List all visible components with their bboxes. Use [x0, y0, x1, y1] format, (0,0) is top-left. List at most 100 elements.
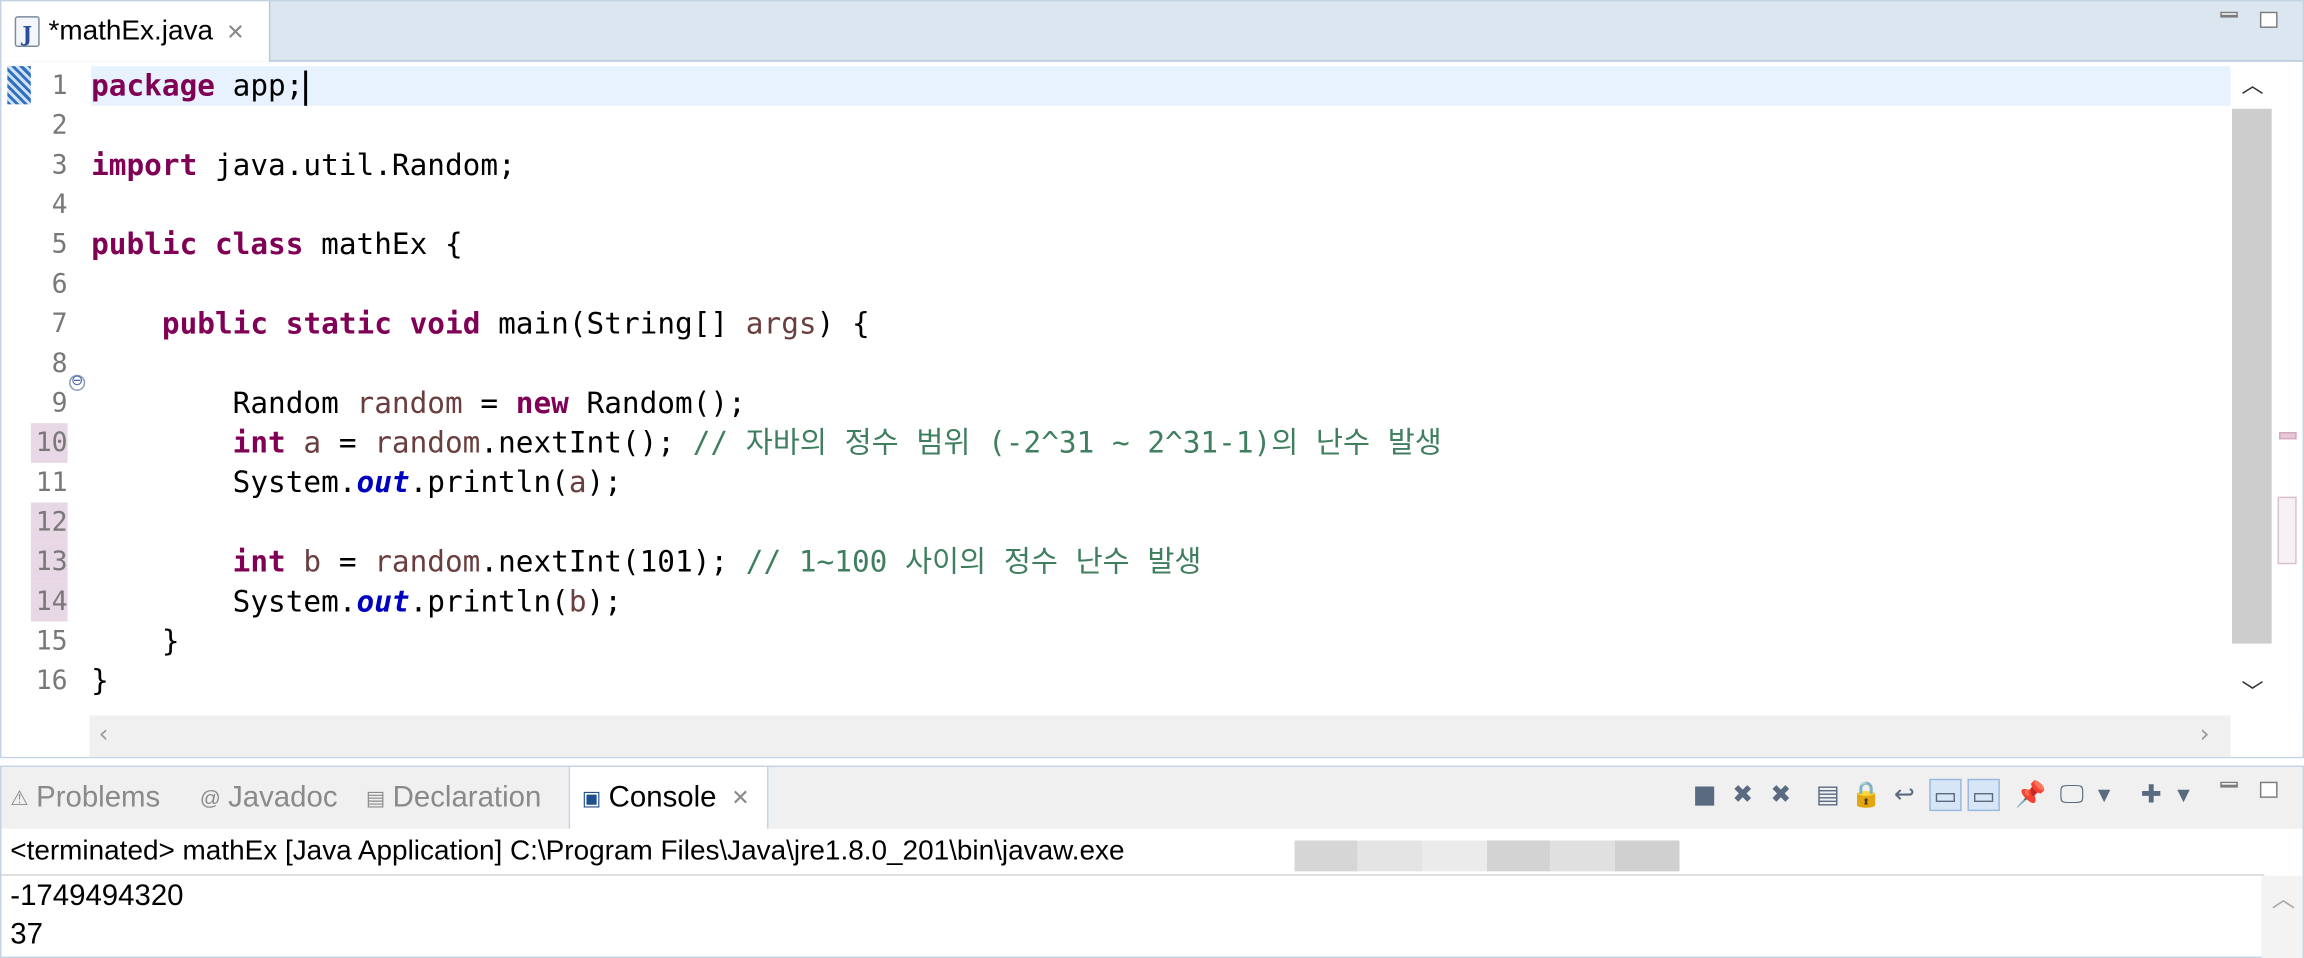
- code-token: random: [356, 384, 463, 421]
- maximize-icon[interactable]: [2259, 11, 2278, 28]
- overview-ruler: [2275, 62, 2303, 716]
- line-number: 6: [51, 268, 68, 300]
- open-dropdown-icon[interactable]: ▾: [2173, 779, 2194, 811]
- horizontal-scroll-track[interactable]: ‹ ›: [89, 715, 2231, 757]
- code-token: out: [356, 464, 410, 500]
- pin-console-icon[interactable]: 📌: [2015, 779, 2047, 811]
- line-number: 9: [51, 387, 68, 419]
- code-token: a: [303, 424, 322, 460]
- code-token: b: [568, 583, 587, 619]
- minimize-icon[interactable]: [2220, 11, 2238, 18]
- code-line[interactable]: }: [91, 622, 2230, 662]
- code-line[interactable]: [91, 264, 2230, 304]
- code-comment: // 자바의 정수 범위 (-2^31 ~ 2^31-1)의 난수 발생: [692, 424, 1442, 460]
- code-keyword: package: [91, 67, 215, 103]
- horizontal-scrollbar[interactable]: ‹ ›: [1, 715, 2303, 757]
- scroll-left-icon[interactable]: ‹: [98, 720, 108, 749]
- code-token: =: [321, 424, 375, 460]
- code-text[interactable]: package app; import java.util.Random; publ…: [91, 62, 2231, 716]
- line-number: 11: [35, 467, 68, 499]
- fold-collapse-icon[interactable]: ⊖: [69, 374, 86, 391]
- code-keyword: class: [214, 226, 304, 262]
- maximize-icon[interactable]: [2259, 781, 2278, 798]
- scroll-up-icon[interactable]: ︿: [2272, 879, 2296, 914]
- code-token: System.: [91, 464, 357, 500]
- problems-icon: ⚠: [10, 785, 29, 809]
- code-line[interactable]: System.out.println(b);: [91, 582, 2230, 622]
- code-token: random: [374, 424, 481, 460]
- code-line[interactable]: package app;: [91, 66, 2231, 106]
- code-token: );: [586, 583, 622, 619]
- minimize-icon[interactable]: [2220, 781, 2238, 788]
- code-line[interactable]: public static void main(String[] args) {: [91, 304, 2230, 344]
- line-number: 7: [51, 308, 68, 340]
- code-token: }: [91, 662, 109, 698]
- tab-problems[interactable]: ⚠ Problems: [10, 767, 160, 829]
- code-line[interactable]: System.out.println(a);: [91, 463, 2230, 503]
- line-number: 3: [51, 149, 68, 181]
- code-token: );: [586, 464, 622, 500]
- clear-console-icon[interactable]: ▤: [1812, 779, 1844, 811]
- scroll-up-icon[interactable]: ︿: [2231, 69, 2275, 100]
- console-divider: [1, 874, 2265, 876]
- code-line[interactable]: import java.util.Random;: [91, 145, 2230, 185]
- redacted-timestamp: [1422, 840, 1488, 872]
- overview-change-mark: [2279, 432, 2297, 440]
- scroll-lock-icon[interactable]: 🔒: [1850, 779, 1882, 811]
- vertical-scrollbar[interactable]: ︿ ﹀: [2231, 62, 2275, 716]
- code-keyword: public: [91, 226, 198, 262]
- redacted-timestamp: [1614, 840, 1680, 872]
- close-icon[interactable]: ✕: [731, 785, 749, 811]
- scroll-down-icon[interactable]: ﹀: [2231, 676, 2275, 707]
- close-icon[interactable]: ✕: [226, 18, 244, 45]
- terminate-icon[interactable]: ■: [1688, 779, 1720, 811]
- remove-all-terminated-icon[interactable]: ✖: [1765, 779, 1797, 811]
- console-icon: ▣: [581, 785, 602, 809]
- open-console-icon[interactable]: ✚: [2135, 779, 2167, 811]
- tab-declaration[interactable]: ▤ Declaration: [366, 767, 541, 829]
- code-keyword: static: [285, 305, 392, 341]
- tab-javadoc[interactable]: @ Javadoc: [200, 767, 338, 829]
- tab-label: Problems: [36, 780, 161, 814]
- code-area[interactable]: 1 2 3 4 5 6 7 8 9 10 11 12 13 14 15 16 ⊖ package app; imp…: [1, 61, 2303, 716]
- code-line[interactable]: int a = random.nextInt(); // 자바의 정수 범위 (…: [91, 423, 2230, 463]
- code-line[interactable]: [91, 106, 2230, 146]
- scroll-right-icon[interactable]: ›: [2200, 720, 2210, 749]
- console-scrollbar[interactable]: ︿: [2261, 875, 2303, 958]
- console-view: ⚠ Problems @ Javadoc ▤ Declaration ▣ Con…: [0, 765, 2304, 958]
- remove-launch-icon[interactable]: ✖: [1727, 779, 1759, 811]
- show-console-on-stdout-icon[interactable]: ▭: [1929, 778, 1962, 812]
- code-line[interactable]: [91, 344, 2230, 384]
- line-number: 13: [30, 542, 68, 582]
- code-token: mathEx {: [303, 226, 463, 262]
- scrollbar-thumb[interactable]: [2232, 108, 2272, 644]
- display-dropdown-icon[interactable]: ▾: [2094, 779, 2115, 811]
- show-console-on-stderr-icon[interactable]: ▭: [1967, 778, 2000, 812]
- code-line[interactable]: int b = random.nextInt(101); // 1~100 사이…: [91, 542, 2230, 582]
- code-line[interactable]: }: [91, 661, 2230, 701]
- declaration-icon: ▤: [365, 785, 386, 809]
- word-wrap-icon[interactable]: ↩: [1888, 779, 1920, 811]
- line-number: 5: [51, 229, 68, 261]
- code-token: .println(: [409, 464, 569, 500]
- tab-console[interactable]: ▣ Console ✕: [568, 767, 769, 829]
- console-output-line: 37: [10, 918, 43, 951]
- code-line[interactable]: Random random = new Random();: [91, 384, 2230, 424]
- code-keyword: int: [232, 424, 286, 460]
- code-token: main(String[]: [480, 305, 746, 341]
- code-line[interactable]: [91, 503, 2230, 543]
- code-line[interactable]: [91, 185, 2230, 225]
- code-line[interactable]: public class mathEx {: [91, 225, 2230, 265]
- code-keyword: new: [515, 384, 569, 421]
- display-console-icon[interactable]: 🖵: [2056, 779, 2088, 811]
- editor-tab-mathex[interactable]: J *mathEx.java ✕: [1, 1, 271, 62]
- code-token: =: [462, 384, 516, 421]
- code-token: .nextInt();: [480, 424, 693, 460]
- code-token: System.: [91, 583, 357, 619]
